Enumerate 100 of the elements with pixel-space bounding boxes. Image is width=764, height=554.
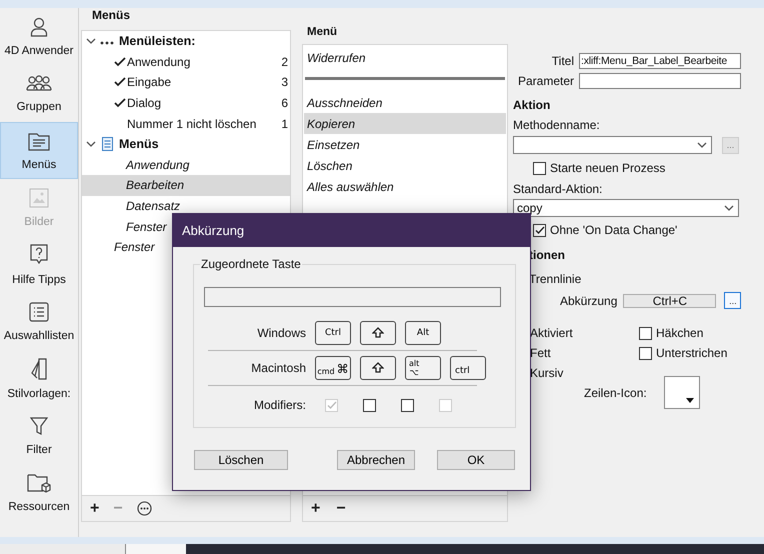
- clear-button[interactable]: Löschen: [194, 450, 288, 470]
- sidebar-item[interactable]: Menüs: [0, 122, 78, 179]
- menu-item[interactable]: Ausschneiden: [307, 96, 382, 110]
- field-label: Methodenname:: [513, 118, 601, 132]
- tree-group-label[interactable]: Menüs: [119, 137, 159, 152]
- shift-icon: [372, 327, 384, 339]
- checkbox[interactable]: [639, 346, 652, 360]
- icon-picker[interactable]: [664, 376, 700, 409]
- option-label: Kursiv: [530, 366, 564, 380]
- field-label: Parameter: [516, 74, 574, 88]
- folder-icon: [27, 472, 51, 492]
- row-label: Windows: [256, 326, 307, 340]
- line-number-gutter: [125, 544, 186, 554]
- user-icon: [30, 16, 48, 36]
- tree-item[interactable]: Fenster: [126, 220, 167, 234]
- check-icon: [114, 98, 126, 108]
- menu-item[interactable]: Widerrufen: [307, 50, 366, 64]
- option-label: Trennlinie: [529, 272, 582, 286]
- sidebar-item[interactable]: Filter: [0, 407, 78, 464]
- sidebar-item[interactable]: Stilvorlagen:: [0, 350, 78, 407]
- checkbox-label: Ohne 'On Data Change': [550, 223, 678, 237]
- menu-item[interactable]: Alles auswählen: [307, 180, 394, 194]
- command-key-button[interactable]: cmd ⌘: [315, 356, 351, 380]
- sidebar-item[interactable]: Ressourcen: [0, 464, 78, 521]
- tree-item[interactable]: Datensatz: [126, 199, 180, 214]
- item-count: 1: [281, 116, 289, 131]
- modifier-checkbox[interactable]: [401, 398, 414, 412]
- option-label: Fett: [530, 346, 552, 360]
- group-icon: [26, 74, 52, 92]
- row-label: Macintosh: [250, 361, 307, 375]
- panel-title: Menü: [306, 25, 338, 40]
- parameter-field[interactable]: [579, 73, 741, 89]
- sidebar-item[interactable]: 4D Anwender: [0, 8, 78, 65]
- shift-key-button[interactable]: [360, 356, 396, 380]
- item-count: 2: [281, 54, 289, 69]
- menu-item[interactable]: Löschen: [307, 158, 352, 172]
- title-field[interactable]: :xliff:Menu_Bar_Label_Bearbeite: [579, 53, 741, 69]
- checkbox[interactable]: [533, 224, 546, 236]
- field-label: Titel: [550, 54, 574, 68]
- chevron-icon[interactable]: [86, 36, 96, 46]
- menu-list-icon: [28, 130, 50, 150]
- item-count: 3: [281, 75, 289, 90]
- checkbox[interactable]: [639, 326, 652, 340]
- sidebar-item[interactable]: Hilfe Tipps: [0, 236, 78, 293]
- list-icon: [29, 302, 49, 322]
- field-label: Standard-Aktion:: [513, 182, 604, 196]
- tree-group-label[interactable]: Menüleisten:: [119, 34, 196, 48]
- shortcut-field[interactable]: Ctrl+C: [623, 294, 716, 308]
- section-heading: Aktion: [513, 98, 552, 112]
- field-label: Zeilen-Icon:: [584, 386, 647, 400]
- more-icon[interactable]: [136, 501, 152, 516]
- tree-item[interactable]: Dialog: [127, 96, 162, 110]
- check-icon: [114, 56, 126, 67]
- panel-title: Menüs: [91, 8, 132, 24]
- remove-button[interactable]: −: [336, 500, 346, 518]
- swatch-icon: [30, 358, 48, 380]
- chevron-icon[interactable]: [724, 203, 734, 213]
- ok-button[interactable]: OK: [437, 450, 515, 470]
- option-key-button[interactable]: alt ⌥: [405, 356, 441, 380]
- document-icon: [102, 137, 113, 152]
- menu-item[interactable]: Einsetzen: [307, 138, 360, 152]
- chevron-icon[interactable]: [86, 139, 96, 150]
- standard-action-dropdown[interactable]: copy: [513, 199, 739, 217]
- shift-key-button[interactable]: [360, 321, 396, 345]
- browse-button[interactable]: ...: [722, 136, 739, 154]
- key-button[interactable]: Alt: [405, 321, 441, 345]
- group-label: Zugeordnete Taste: [200, 257, 302, 271]
- tree-item[interactable]: Fenster: [114, 240, 155, 254]
- dialog-title: Abkürzung: [173, 214, 530, 247]
- sidebar-item[interactable]: Gruppen: [0, 65, 78, 122]
- row-label: Modifiers:: [252, 398, 307, 412]
- cancel-button[interactable]: Abbrechen: [337, 450, 415, 470]
- checkbox-label: Starte neuen Prozess: [550, 161, 666, 175]
- tree-item[interactable]: Anwendung: [127, 54, 190, 69]
- image-icon: [29, 188, 49, 208]
- modifier-checkbox[interactable]: [363, 398, 376, 412]
- add-button[interactable]: +: [90, 500, 100, 518]
- add-button[interactable]: +: [311, 500, 320, 518]
- shift-icon: [372, 362, 384, 374]
- chevron-icon[interactable]: [697, 140, 707, 150]
- check-icon: [114, 77, 126, 88]
- key-button[interactable]: ctrl: [450, 356, 486, 380]
- shortcut-button[interactable]: ...: [724, 292, 742, 309]
- tree-item[interactable]: Anwendung: [126, 158, 190, 172]
- tree-item[interactable]: Eingabe: [127, 75, 172, 90]
- item-count: 6: [281, 96, 289, 110]
- more-icon: [100, 41, 114, 46]
- sidebar-item[interactable]: Auswahllisten: [0, 293, 78, 350]
- dropdown-arrow-icon: [686, 398, 694, 403]
- key-button[interactable]: Ctrl: [315, 321, 351, 345]
- menu-item[interactable]: Kopieren: [307, 116, 356, 130]
- filter-icon: [30, 416, 48, 436]
- checkbox[interactable]: [533, 162, 546, 174]
- tree-item[interactable]: Bearbeiten: [126, 178, 184, 192]
- key-field[interactable]: [204, 287, 501, 307]
- checkbox-label: Unterstrichen: [656, 346, 728, 360]
- tree-item[interactable]: Nummer 1 nicht löschen: [127, 116, 256, 131]
- option-label: Aktiviert: [530, 326, 574, 340]
- method-dropdown[interactable]: [513, 136, 712, 154]
- field-label: Abkürzung: [560, 294, 618, 308]
